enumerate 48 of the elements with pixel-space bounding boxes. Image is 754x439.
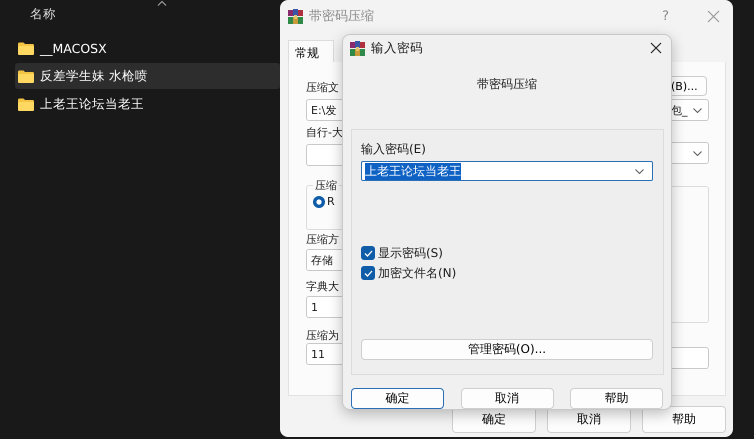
dialog-button[interactable]: 取消 xyxy=(460,388,554,409)
path-field[interactable]: E:\发 xyxy=(306,99,343,121)
folder-icon xyxy=(18,42,34,54)
method-dropdown[interactable]: 存储 xyxy=(306,249,343,271)
password-field[interactable]: 上老王论坛当老王 xyxy=(361,161,653,182)
checkbox[interactable]: 显示密码(S) xyxy=(361,243,653,264)
folder-item[interactable]: __MACOSX xyxy=(15,35,280,61)
caret-icon xyxy=(157,0,167,6)
text-field[interactable] xyxy=(671,347,709,369)
volume-field[interactable]: 11 xyxy=(306,343,343,365)
chevron-icon xyxy=(693,108,702,112)
password-label: 输入密码(E) xyxy=(361,142,426,158)
books-icon xyxy=(350,40,365,56)
checkbox[interactable]: 加密文件名(N) xyxy=(361,263,653,284)
field-label: 压缩方 xyxy=(306,232,339,247)
chevron-icon xyxy=(635,168,644,174)
check-icon xyxy=(364,250,372,257)
close-icon xyxy=(707,10,720,22)
folder-item[interactable]: 反差学生妹 水枪喷 xyxy=(15,63,280,89)
dropdown[interactable] xyxy=(671,142,709,164)
field-label: 自行-大 xyxy=(306,125,343,140)
group-label: 压缩 xyxy=(314,178,338,193)
dialog-button[interactable]: 帮助 xyxy=(642,406,726,433)
close-icon xyxy=(650,42,662,54)
radio-button[interactable]: R xyxy=(313,195,343,208)
dialog-button[interactable]: 确定 xyxy=(351,388,444,409)
manage-passwords-button[interactable]: 管理密码(O)... xyxy=(361,339,653,360)
window-title: 带密码压缩 xyxy=(309,8,375,25)
radio-icon xyxy=(313,196,325,208)
books-icon xyxy=(288,8,303,24)
dialog-title: 输入密码 xyxy=(371,40,424,57)
field-label: 压缩文 xyxy=(306,80,339,95)
column-header[interactable]: 名称 xyxy=(0,0,56,28)
folder-icon xyxy=(18,98,34,110)
tab[interactable]: 常规 xyxy=(288,40,334,62)
update-dropdown[interactable]: 包_ xyxy=(671,99,709,121)
browse-button[interactable]: (B)... xyxy=(671,76,707,96)
check-icon xyxy=(364,270,372,277)
chevron-icon xyxy=(693,150,702,156)
dialog-button[interactable]: 帮助 xyxy=(570,388,663,409)
dialog-heading: 带密码压缩 xyxy=(477,76,537,94)
folder-item[interactable]: 上老王论坛当老王 xyxy=(15,91,280,117)
selected-text: 上老王论坛当老王 xyxy=(365,162,461,180)
field-label: 压缩为 xyxy=(306,328,339,343)
folder-icon xyxy=(18,70,34,82)
dictionary-dropdown[interactable]: 1 xyxy=(306,296,343,318)
field-label: 字典大 xyxy=(306,279,339,294)
profile-dropdown[interactable] xyxy=(306,144,343,166)
